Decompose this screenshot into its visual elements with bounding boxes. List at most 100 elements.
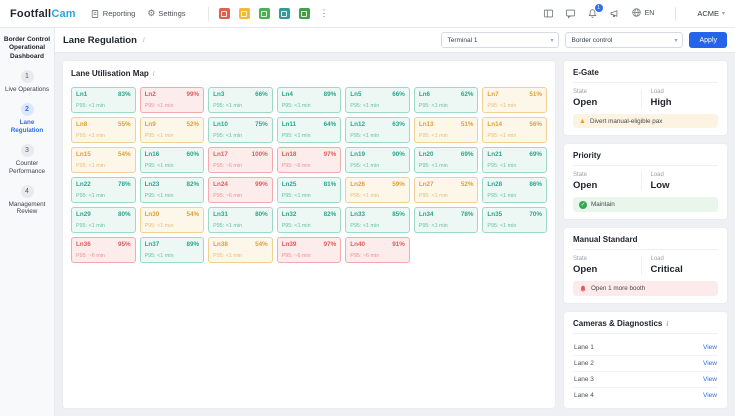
lane-name: Ln36: [76, 241, 91, 248]
terminal-select-value: Terminal 1: [447, 36, 478, 44]
dashboard-title: Border Control Operational Dashboard: [3, 36, 51, 60]
lane-card-ln21[interactable]: Ln21 69% P95: <1 min: [482, 147, 547, 173]
lane-utilisation-pct: 99%: [255, 181, 268, 188]
camera-view-link[interactable]: View: [703, 392, 717, 399]
logo-text-cam: Cam: [51, 7, 76, 20]
nav-settings[interactable]: ⚙ Settings: [147, 8, 185, 19]
lane-card-ln17[interactable]: Ln17 100% P95: ~6 min: [208, 147, 273, 173]
app-icon-red[interactable]: [218, 8, 230, 19]
camera-row-lane-3: Lane 3 View: [573, 372, 718, 388]
page-info-icon[interactable]: i: [143, 36, 145, 44]
org-switcher[interactable]: ACME ▾: [697, 9, 725, 18]
camera-view-link[interactable]: View: [703, 376, 717, 383]
lane-card-ln15[interactable]: Ln15 54% P95: <1 min: [71, 147, 136, 173]
lane-card-ln19[interactable]: Ln19 90% P95: <1 min: [345, 147, 410, 173]
more-apps-icon[interactable]: ⋮: [320, 8, 329, 19]
camera-view-link[interactable]: View: [703, 360, 717, 367]
lane-card-ln1[interactable]: Ln1 83% P95: <1 min: [71, 87, 136, 113]
page-header: Lane Regulation i Terminal 1 ▾ Border co…: [55, 28, 735, 53]
lane-name: Ln1: [76, 91, 88, 98]
lane-card-ln34[interactable]: Ln34 78% P95: <1 min: [413, 207, 479, 233]
lane-card-ln29[interactable]: Ln29 80% P95: <1 min: [71, 207, 136, 233]
globe-icon: [631, 7, 642, 20]
lane-utilisation-pct: 59%: [392, 181, 405, 188]
lane-p95-wait: P95: <1 min: [281, 193, 311, 199]
lane-card-ln39[interactable]: Ln39 97% P95: ~6 min: [276, 237, 342, 263]
lane-name: Ln7: [487, 91, 499, 98]
lane-card-ln23[interactable]: Ln23 82% P95: <1 min: [139, 177, 205, 203]
lane-card-ln35[interactable]: Ln35 70% P95: <1 min: [482, 207, 547, 233]
lane-card-ln25[interactable]: Ln25 81% P95: <1 min: [276, 177, 342, 203]
load-label: Load: [650, 256, 664, 262]
lane-map-info-icon[interactable]: i: [153, 70, 155, 78]
app-icon-teal[interactable]: [278, 8, 290, 19]
lane-card-ln37[interactable]: Ln37 89% P95: <1 min: [139, 237, 205, 263]
lane-card-ln16[interactable]: Ln16 60% P95: <1 min: [139, 147, 205, 173]
apps-panel-icon[interactable]: [543, 8, 554, 19]
app-icon-green[interactable]: [258, 8, 270, 19]
lane-card-ln26[interactable]: Ln26 59% P95: <1 min: [345, 177, 410, 203]
state-label: State: [573, 89, 588, 95]
lane-card-ln40[interactable]: Ln40 91% P95: ~6 min: [345, 237, 410, 263]
lane-name: Ln19: [350, 151, 365, 158]
lane-utilisation-pct: 56%: [529, 121, 542, 128]
lane-card-ln14[interactable]: Ln14 56% P95: <1 min: [482, 117, 547, 143]
lane-p95-wait: P95: ~6 min: [350, 253, 380, 259]
lane-p95-wait: P95: <1 min: [213, 253, 243, 259]
nav-reporting[interactable]: Reporting: [90, 9, 136, 19]
announcements-icon[interactable]: [609, 8, 620, 19]
check-circle-icon: ✓: [579, 200, 587, 209]
lane-p95-wait: P95: <1 min: [144, 163, 174, 169]
lane-card-ln13[interactable]: Ln13 51% P95: <1 min: [413, 117, 479, 143]
lane-card-ln5[interactable]: Ln5 66% P95: <1 min: [345, 87, 410, 113]
app-icon-amber[interactable]: [238, 8, 250, 19]
lane-card-ln9[interactable]: Ln9 52% P95: <1 min: [139, 117, 205, 143]
lane-card-ln30[interactable]: Ln30 54% P95: <1 min: [139, 207, 205, 233]
language-selector[interactable]: EN: [631, 7, 654, 20]
lane-card-ln22[interactable]: Ln22 78% P95: <1 min: [71, 177, 136, 203]
lane-card-ln31[interactable]: Ln31 80% P95: <1 min: [208, 207, 273, 233]
lane-card-ln2[interactable]: Ln2 99% P95: <1 min: [139, 87, 205, 113]
lane-card-ln11[interactable]: Ln11 64% P95: <1 min: [276, 117, 342, 143]
notification-badge: 1: [594, 4, 603, 12]
nav-reporting-label: Reporting: [102, 9, 136, 18]
mode-select[interactable]: Border control ▾: [565, 32, 684, 48]
cameras-info-icon[interactable]: i: [666, 320, 668, 328]
lane-card-ln4[interactable]: Ln4 89% P95: <1 min: [276, 87, 342, 113]
sidebar-step-management-review[interactable]: 4 Management Review: [3, 184, 51, 217]
lane-card-ln12[interactable]: Ln12 63% P95: <1 min: [345, 117, 410, 143]
priority-alert: ✓ Maintain: [573, 197, 718, 212]
lane-name: Ln26: [350, 181, 365, 188]
app-logo[interactable]: FootfallCam: [10, 8, 76, 20]
lane-utilisation-pct: 85%: [392, 211, 405, 218]
apply-button[interactable]: Apply: [689, 32, 727, 48]
lane-utilisation-pct: 54%: [255, 241, 268, 248]
lane-utilisation-pct: 80%: [117, 211, 131, 218]
lane-card-ln6[interactable]: Ln6 62% P95: <1 min: [413, 87, 479, 113]
lane-card-ln27[interactable]: Ln27 52% P95: <1 min: [413, 177, 479, 203]
lane-card-ln24[interactable]: Ln24 99% P95: ~6 min: [208, 177, 273, 203]
app-icon-green-2[interactable]: [298, 8, 310, 19]
lane-card-ln36[interactable]: Ln36 95% P95: ~6 min: [71, 237, 136, 263]
lane-name: Ln2: [144, 91, 156, 98]
terminal-select[interactable]: Terminal 1 ▾: [441, 32, 560, 48]
camera-view-link[interactable]: View: [703, 344, 717, 351]
lane-card-ln20[interactable]: Ln20 69% P95: <1 min: [413, 147, 479, 173]
sidebar-step-live-operations[interactable]: 1 Live Operations: [3, 70, 51, 94]
lane-card-ln18[interactable]: Ln18 97% P95: ~6 min: [276, 147, 342, 173]
lane-p95-wait: P95: <1 min: [487, 103, 517, 109]
lane-name: Ln8: [76, 121, 88, 128]
notifications-bell-icon[interactable]: 1: [587, 4, 603, 19]
lane-card-ln28[interactable]: Ln28 86% P95: <1 min: [482, 177, 547, 203]
lane-card-ln38[interactable]: Ln38 54% P95: <1 min: [208, 237, 273, 263]
lane-card-ln33[interactable]: Ln33 85% P95: <1 min: [345, 207, 410, 233]
sidebar-step-counter-performance[interactable]: 3 Counter Performance: [3, 143, 51, 176]
lane-card-ln32[interactable]: Ln32 82% P95: <1 min: [276, 207, 342, 233]
lane-card-ln8[interactable]: Ln8 55% P95: <1 min: [71, 117, 136, 143]
gear-icon: ⚙: [147, 8, 156, 18]
lane-card-ln3[interactable]: Ln3 66% P95: <1 min: [208, 87, 273, 113]
lane-card-ln10[interactable]: Ln10 75% P95: <1 min: [208, 117, 273, 143]
sidebar-step-lane-regulation[interactable]: 2 Lane Regulation: [3, 103, 51, 135]
chat-icon[interactable]: [565, 8, 576, 19]
lane-card-ln7[interactable]: Ln7 51% P95: <1 min: [482, 87, 547, 113]
